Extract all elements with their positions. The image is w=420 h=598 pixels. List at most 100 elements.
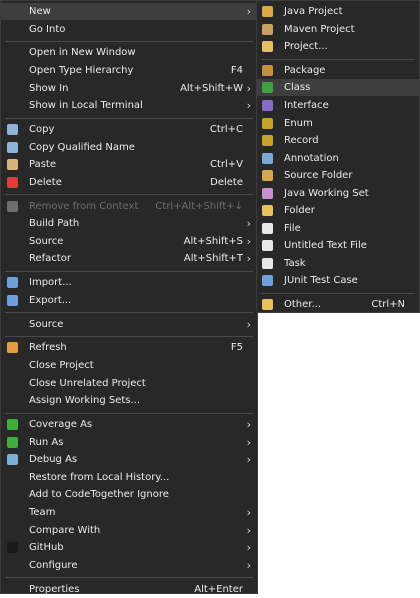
menu-item-import[interactable]: Import...: [1, 274, 257, 291]
menu-item-refactor[interactable]: Refactor Alt+Shift+T ›: [1, 250, 257, 267]
menu-item-show-in[interactable]: Show In Alt+Shift+W ›: [1, 80, 257, 97]
menu-item-compare-with[interactable]: Compare With ›: [1, 522, 257, 539]
menu-item-label: Build Path: [29, 218, 80, 230]
menu-item-shortcut: Ctrl+N: [371, 299, 405, 311]
menu-item-copy[interactable]: Copy Ctrl+C: [1, 121, 257, 138]
menu-item-label: Close Project: [29, 360, 94, 371]
menu-item-shortcut: Ctrl+Alt+Shift+↓: [155, 200, 243, 212]
menu-item-label: Source: [29, 318, 64, 330]
submenu-item-class[interactable]: Class: [257, 79, 419, 97]
maven-project-icon: [262, 23, 273, 35]
menu-item-team[interactable]: Team ›: [1, 504, 257, 521]
remove-context-icon: [7, 200, 18, 212]
menu-item-restore-from-local-history[interactable]: Restore from Local History...: [1, 469, 257, 486]
junit-icon: [262, 275, 273, 287]
menu-item-shortcut: Alt+Shift+S: [183, 235, 243, 247]
submenu-item-enum[interactable]: Enum: [257, 115, 419, 132]
menu-item-label: Import...: [29, 277, 72, 289]
submenu-item-interface[interactable]: Interface: [257, 97, 419, 114]
menu-item-coverage-as[interactable]: Coverage As ›: [1, 416, 257, 433]
menu-item-label: Refactor: [29, 253, 71, 265]
menu-item-shortcut: F5: [230, 342, 243, 354]
context-menu: New › Go Into Open in New Window Open Type H…: [0, 0, 258, 595]
menu-item-label: File: [284, 222, 301, 234]
annotation-icon: [262, 152, 273, 164]
menu-item-label: Restore from Local History...: [29, 471, 170, 483]
chevron-right-icon: ›: [246, 453, 251, 467]
debug-icon: [7, 454, 18, 466]
chevron-right-icon: ›: [246, 418, 251, 431]
menu-item-label: Task: [284, 257, 306, 269]
enum-icon: [262, 117, 273, 129]
submenu-item-file[interactable]: File: [257, 220, 419, 237]
menu-item-show-in-local-terminal[interactable]: Show in Local Terminal ›: [1, 97, 257, 114]
submenu-item-java-working-set[interactable]: Java Working Set: [257, 185, 419, 202]
chevron-right-icon: ›: [246, 234, 251, 248]
submenu-item-annotation[interactable]: Annotation: [257, 150, 419, 167]
menu-item-go-into[interactable]: Go Into: [1, 21, 257, 38]
menu-item-copy-qualified-name[interactable]: Copy Qualified Name: [1, 139, 257, 156]
submenu-item-package[interactable]: Package: [257, 62, 419, 79]
submenu-item-source-folder[interactable]: Source Folder: [257, 167, 419, 184]
submenu-item-folder[interactable]: Folder: [257, 202, 419, 219]
menu-item-label: Class: [284, 82, 311, 94]
menu-item-close-project[interactable]: Close Project: [1, 357, 257, 374]
submenu-item-project[interactable]: Project...: [257, 38, 419, 55]
menu-item-run-as[interactable]: Run As ›: [1, 434, 257, 451]
menu-item-label: Interface: [284, 99, 329, 111]
chevron-right-icon: ›: [246, 506, 251, 519]
menu-item-label: Open Type Hierarchy: [29, 65, 134, 76]
submenu-item-maven-project[interactable]: Maven Project: [257, 21, 419, 38]
menu-item-label: Run As: [29, 436, 64, 448]
menu-separator: [5, 412, 253, 414]
submenu-item-java-project[interactable]: Java Project: [257, 3, 419, 20]
menu-item-delete[interactable]: Delete Delete: [1, 174, 257, 191]
project-icon: [262, 41, 273, 53]
menu-item-label: Other...: [284, 299, 322, 311]
menu-item-label: Folder: [284, 205, 315, 217]
menu-separator: [5, 117, 253, 119]
submenu-item-task[interactable]: Task: [257, 255, 419, 272]
menu-separator: [5, 194, 253, 196]
menu-item-label: Delete: [29, 176, 62, 188]
submenu-item-junit-test-case[interactable]: JUnit Test Case: [257, 272, 419, 289]
chevron-right-icon: ›: [246, 81, 251, 95]
copy-icon: [7, 124, 18, 135]
coverage-icon: [7, 419, 18, 430]
menu-item-label: Java Project: [284, 6, 343, 17]
chevron-right-icon: ›: [246, 558, 251, 572]
menu-item-refresh[interactable]: Refresh F5: [1, 339, 257, 356]
menu-item-build-path[interactable]: Build Path ›: [1, 215, 257, 232]
menu-item-export[interactable]: Export...: [1, 292, 257, 309]
record-icon: [262, 135, 273, 147]
menu-item-label: Assign Working Sets...: [29, 395, 141, 407]
submenu-item-untitled-text-file[interactable]: Untitled Text File: [257, 237, 419, 254]
menu-item-new[interactable]: New ›: [1, 3, 257, 20]
menu-item-close-unrelated-project[interactable]: Close Unrelated Project: [1, 375, 257, 392]
submenu-item-other[interactable]: Other... Ctrl+N: [257, 296, 419, 313]
menu-item-label: Java Working Set: [284, 187, 369, 199]
menu-item-open-type-hierarchy[interactable]: Open Type Hierarchy F4: [1, 62, 257, 79]
menu-item-assign-working-sets[interactable]: Assign Working Sets...: [1, 392, 257, 409]
menu-item-source-2[interactable]: Source ›: [1, 316, 257, 333]
submenu-item-record[interactable]: Record: [257, 132, 419, 149]
chevron-right-icon: ›: [246, 252, 251, 266]
refresh-icon: [7, 342, 18, 354]
menu-separator: [5, 271, 253, 272]
menu-item-add-to-codetogether-ignore[interactable]: Add to CodeTogether Ignore: [1, 486, 257, 503]
menu-separator: [261, 58, 415, 60]
menu-item-configure[interactable]: Configure ›: [1, 557, 257, 574]
menu-item-debug-as[interactable]: Debug As ›: [1, 451, 257, 468]
new-submenu: Java Project Maven Project Project... Packa…: [256, 0, 420, 313]
menu-item-open-in-new-window[interactable]: Open in New Window: [1, 44, 257, 61]
chevron-right-icon: ›: [246, 99, 251, 113]
menu-item-label: Compare With: [29, 524, 101, 536]
menu-item-github[interactable]: GitHub ›: [1, 539, 257, 556]
folder-icon: [262, 205, 273, 217]
menu-item-source[interactable]: Source Alt+Shift+S ›: [1, 233, 257, 250]
menu-item-properties[interactable]: Properties Alt+Enter: [1, 581, 257, 598]
chevron-right-icon: ›: [246, 217, 251, 231]
menu-item-label: Coverage As: [29, 419, 93, 430]
java-project-icon: [262, 6, 273, 17]
menu-item-paste[interactable]: Paste Ctrl+V: [1, 156, 257, 173]
